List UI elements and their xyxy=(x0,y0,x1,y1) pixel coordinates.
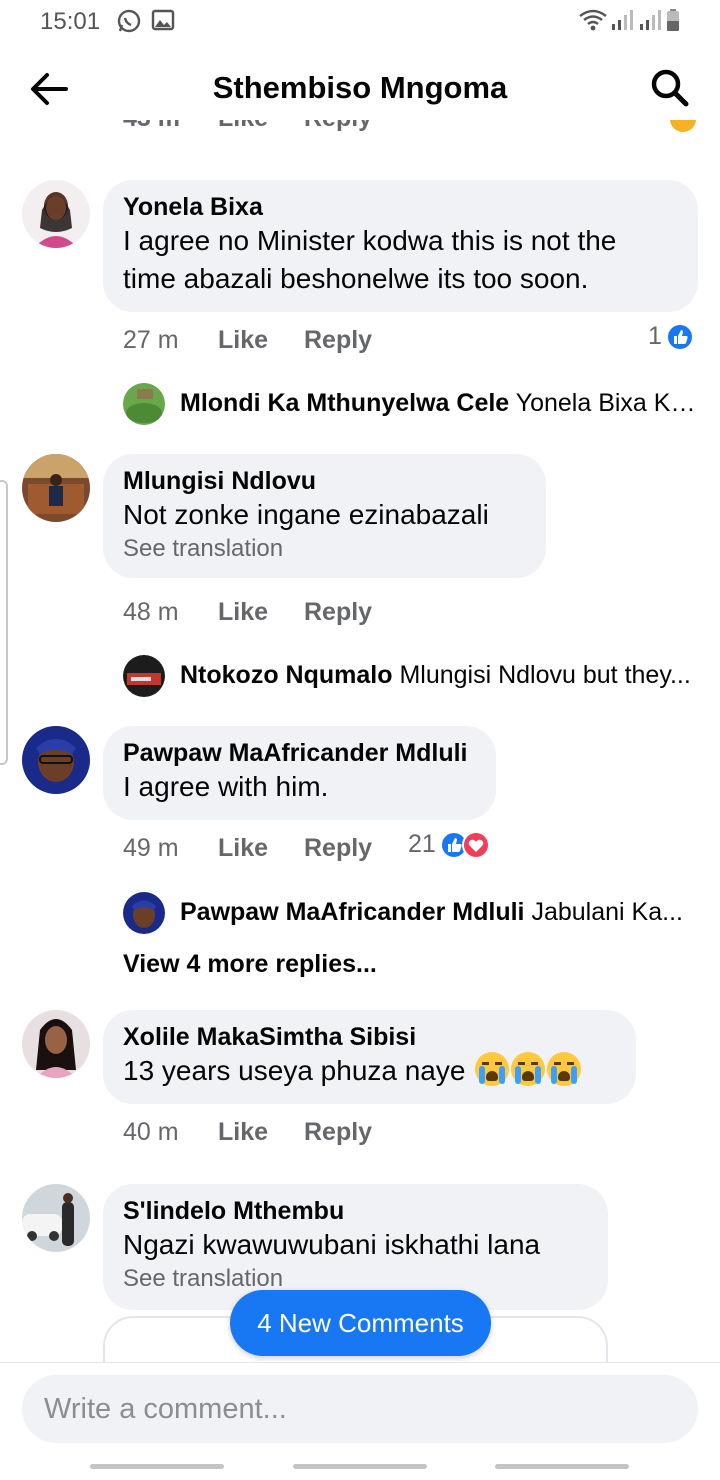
loudly-crying-face-icon xyxy=(475,1052,510,1086)
comment-bubble[interactable]: Xolile MakaSimtha Sibisi 13 years useya … xyxy=(103,1010,636,1104)
cut-like[interactable]: Like xyxy=(218,120,268,133)
cut-reply[interactable]: Reply xyxy=(304,120,372,133)
haha-reaction-icon xyxy=(670,120,696,132)
reply-text: Ntokozo Nqumalo Mlungisi Ndlovu but they… xyxy=(180,661,698,690)
comment-text: Not zonke ingane ezinabazali xyxy=(123,499,489,530)
reply-author[interactable]: Mlondi Ka Mthunyelwa Cele xyxy=(180,389,509,417)
comment-composer xyxy=(0,1362,720,1456)
reply-button[interactable]: Reply xyxy=(304,1118,372,1147)
app-header: Sthembiso Mngoma xyxy=(0,56,720,120)
reply-avatar[interactable] xyxy=(123,892,165,934)
avatar[interactable] xyxy=(22,1184,90,1252)
cut-time: 43 m xyxy=(123,120,180,133)
comment-time: 27 m xyxy=(123,326,179,354)
reply-button[interactable]: Reply xyxy=(304,834,372,863)
avatar[interactable] xyxy=(22,726,90,794)
reaction-summary[interactable]: 1 xyxy=(648,322,694,351)
gallery-icon xyxy=(151,8,175,37)
system-nav-bar xyxy=(0,1456,720,1480)
comment-author[interactable]: Pawpaw MaAfricander Mdluli xyxy=(123,738,476,768)
reply-snippet: Jabulani Ka... xyxy=(531,898,683,926)
previous-comment-actions: 43 m Like Reply xyxy=(0,120,720,140)
reply-author[interactable]: Ntokozo Nqumalo xyxy=(180,661,393,689)
reaction-summary[interactable]: 21 xyxy=(408,830,490,859)
comment-author[interactable]: Mlungisi Ndlovu xyxy=(123,466,526,496)
like-button[interactable]: Like xyxy=(218,1118,268,1147)
whatsapp-icon xyxy=(116,8,142,39)
avatar[interactable] xyxy=(22,454,90,522)
comment-input[interactable] xyxy=(22,1375,698,1443)
reply-author[interactable]: Pawpaw MaAfricander Mdluli xyxy=(180,898,525,926)
reply-snippet: Yonela Bixa Ku... xyxy=(515,389,698,417)
comment-text: 13 years useya phuza naye xyxy=(123,1055,466,1086)
comment-time: 40 m xyxy=(123,1118,179,1146)
reaction-count: 1 xyxy=(648,322,662,350)
search-button[interactable] xyxy=(648,66,692,110)
reply-preview[interactable]: Mlondi Ka Mthunyelwa Cele Yonela Bixa Ku… xyxy=(123,383,703,427)
comment-text: I agree with him. xyxy=(123,771,329,802)
battery-icon xyxy=(666,8,680,37)
reply-preview[interactable]: Pawpaw MaAfricander Mdluli Jabulani Ka..… xyxy=(123,892,703,936)
comment-author[interactable]: Xolile MakaSimtha Sibisi xyxy=(123,1022,616,1052)
like-button[interactable]: Like xyxy=(218,834,268,863)
signal-icon-2 xyxy=(638,8,662,37)
nav-handle-right[interactable] xyxy=(495,1464,629,1469)
comment-text-line-2: time abazali beshonelwe its too soon. xyxy=(123,263,589,294)
comment-text-row: 13 years useya phuza naye xyxy=(123,1052,616,1090)
new-comments-button[interactable]: 4 New Comments xyxy=(230,1290,491,1356)
reply-button[interactable]: Reply xyxy=(304,598,372,627)
reply-avatar[interactable] xyxy=(123,383,165,425)
status-time: 15:01 xyxy=(40,8,101,35)
search-icon xyxy=(651,69,689,107)
signal-icon xyxy=(610,8,634,37)
avatar[interactable] xyxy=(22,180,90,248)
reaction-count: 21 xyxy=(408,830,436,858)
comment-bubble[interactable]: Pawpaw MaAfricander Mdluli I agree with … xyxy=(103,726,496,820)
comment-bubble[interactable]: Yonela Bixa I agree no Minister kodwa th… xyxy=(103,180,698,312)
comment-text: I agree no Minister kodwa this is not th… xyxy=(123,225,617,256)
reply-snippet: Mlungisi Ndlovu but they... xyxy=(399,661,691,689)
wifi-icon xyxy=(578,8,608,37)
love-reaction-icon xyxy=(461,830,490,859)
view-more-replies-link[interactable]: View 4 more replies... xyxy=(123,950,377,979)
reply-preview[interactable]: Ntokozo Nqumalo Mlungisi Ndlovu but they… xyxy=(123,655,703,699)
avatar[interactable] xyxy=(22,1010,90,1078)
see-translation-link[interactable]: See translation xyxy=(123,534,526,564)
loudly-crying-face-icon xyxy=(547,1052,582,1086)
reply-text: Mlondi Ka Mthunyelwa Cele Yonela Bixa Ku… xyxy=(180,389,698,418)
nav-handle-center[interactable] xyxy=(293,1464,427,1469)
like-button[interactable]: Like xyxy=(218,598,268,627)
page-title: Sthembiso Mngoma xyxy=(212,70,508,105)
comment-time: 48 m xyxy=(123,598,179,626)
scroll-indicator xyxy=(0,480,8,765)
comment-time: 49 m xyxy=(123,834,179,862)
like-button[interactable]: Like xyxy=(218,326,268,355)
loudly-crying-face-icon xyxy=(511,1052,546,1086)
reply-avatar[interactable] xyxy=(123,655,165,697)
comment-author[interactable]: Yonela Bixa xyxy=(123,192,678,222)
reply-text: Pawpaw MaAfricander Mdluli Jabulani Ka..… xyxy=(180,898,698,927)
comment-bubble[interactable]: Mlungisi Ndlovu Not zonke ingane ezinaba… xyxy=(103,454,546,578)
comment-author[interactable]: S'lindelo Mthembu xyxy=(123,1196,588,1226)
comment-text: Ngazi kwawuwubani iskhathi lana xyxy=(123,1229,541,1260)
nav-handle-left[interactable] xyxy=(90,1464,224,1469)
reply-button[interactable]: Reply xyxy=(304,326,372,355)
status-bar: 15:01 xyxy=(0,0,720,44)
like-reaction-icon xyxy=(665,322,694,351)
